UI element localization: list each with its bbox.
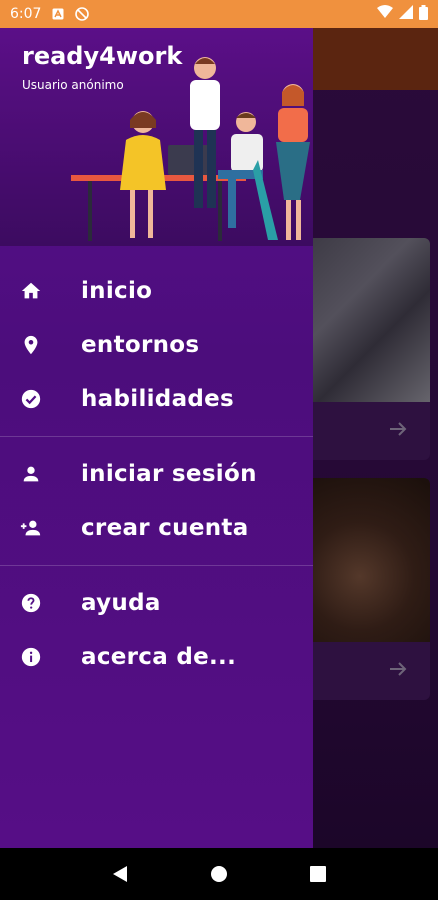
back-icon[interactable] bbox=[108, 862, 132, 886]
menu-item-iniciar-sesion[interactable]: iniciar sesión bbox=[0, 447, 313, 501]
system-navigation-bar bbox=[0, 848, 438, 900]
person-icon bbox=[19, 462, 43, 486]
home-icon bbox=[19, 279, 43, 303]
card-photo bbox=[313, 478, 430, 642]
menu-item-ayuda[interactable]: ayuda bbox=[0, 576, 313, 630]
background-content[interactable] bbox=[313, 28, 438, 848]
location-pin-icon bbox=[19, 333, 43, 357]
team-illustration bbox=[71, 57, 310, 241]
person-add-icon bbox=[19, 516, 43, 540]
sim-a-icon bbox=[51, 7, 65, 21]
background-card[interactable] bbox=[313, 478, 430, 700]
menu-item-label: iniciar sesión bbox=[81, 461, 257, 487]
menu-item-crear-cuenta[interactable]: crear cuenta bbox=[0, 501, 313, 555]
check-circle-icon bbox=[19, 387, 43, 411]
recents-icon[interactable] bbox=[306, 862, 330, 886]
menu-divider bbox=[0, 436, 313, 437]
menu-item-label: crear cuenta bbox=[81, 515, 249, 541]
home-icon[interactable] bbox=[207, 862, 231, 886]
menu-divider bbox=[0, 565, 313, 566]
status-bar: 6:07 bbox=[0, 0, 438, 28]
menu-item-label: habilidades bbox=[81, 386, 235, 412]
menu-item-habilidades[interactable]: habilidades bbox=[0, 372, 313, 426]
menu-item-inicio[interactable]: inicio bbox=[0, 264, 313, 318]
signal-icon bbox=[399, 5, 413, 23]
arrow-right-icon[interactable] bbox=[388, 419, 408, 443]
no-disturb-icon bbox=[75, 7, 90, 21]
info-circle-icon bbox=[19, 645, 43, 669]
wifi-icon bbox=[377, 5, 393, 23]
status-icons bbox=[377, 4, 428, 24]
arrow-right-icon[interactable] bbox=[388, 659, 408, 683]
menu-item-label: acerca de... bbox=[81, 644, 237, 670]
drawer-header: ready4work Usuario anónimo bbox=[0, 28, 313, 246]
menu-item-label: ayuda bbox=[81, 590, 161, 616]
menu-item-label: entornos bbox=[81, 332, 200, 358]
help-circle-icon bbox=[19, 591, 43, 615]
menu-item-acerca-de[interactable]: acerca de... bbox=[0, 630, 313, 684]
navigation-drawer: ready4work Usuario anónimo inicio entorn… bbox=[0, 28, 313, 848]
menu-item-entornos[interactable]: entornos bbox=[0, 318, 313, 372]
drawer-menu: inicio entornos habilidades iniciar sesi… bbox=[0, 246, 313, 684]
card-photo bbox=[313, 238, 430, 402]
background-app-bar bbox=[313, 28, 438, 90]
background-card[interactable] bbox=[313, 238, 430, 460]
battery-icon bbox=[419, 4, 428, 24]
menu-item-label: inicio bbox=[81, 278, 153, 304]
status-time: 6:07 bbox=[10, 6, 42, 22]
